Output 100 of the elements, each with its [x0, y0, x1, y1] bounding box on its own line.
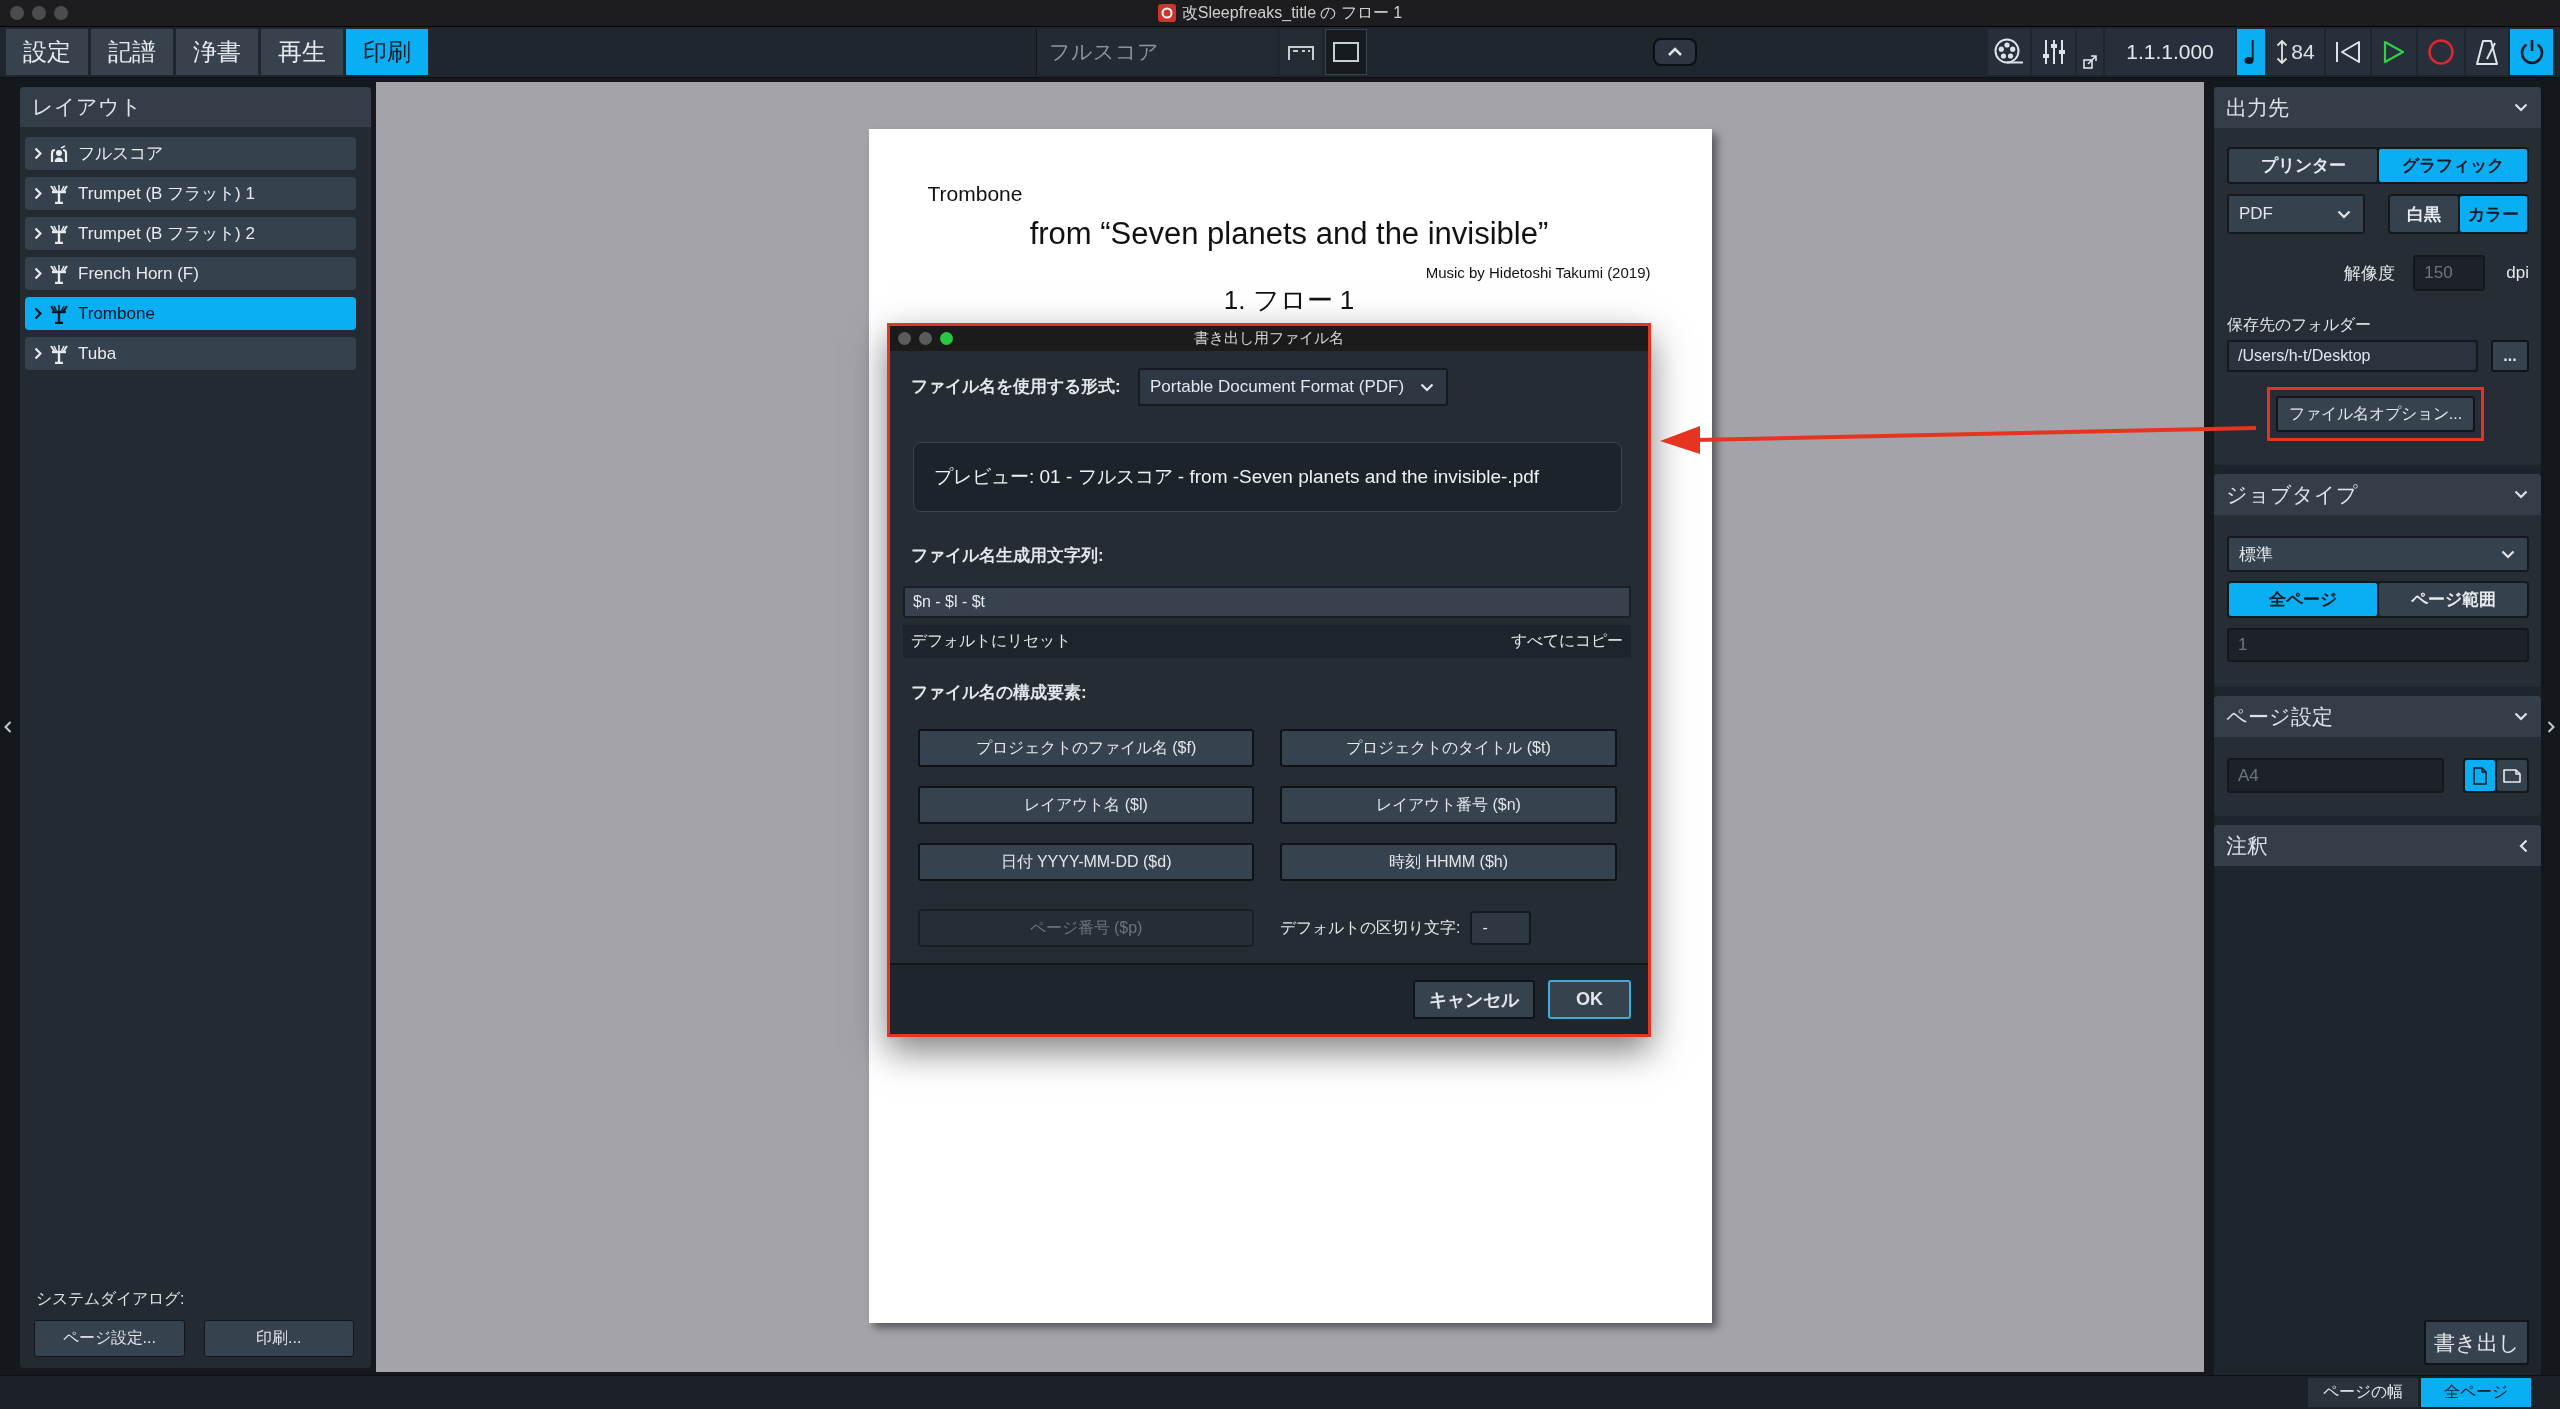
zoom-button[interactable] — [940, 332, 953, 345]
folder-path-field[interactable]: /Users/h-t/Desktop — [2227, 340, 2478, 372]
music-stand-icon — [50, 343, 68, 364]
system-dialog-button[interactable]: 印刷... — [203, 1320, 354, 1357]
cancel-button[interactable]: キャンセル — [1413, 980, 1535, 1019]
separator-label: デフォルトの区切り文字: — [1280, 917, 1461, 938]
chevron-right-icon — [34, 267, 42, 280]
segment-button[interactable]: ページ範囲 — [2379, 583, 2527, 616]
resolution-label: 解像度 — [2344, 262, 2396, 285]
app-icon — [1157, 4, 1176, 22]
orientation-button[interactable] — [2465, 760, 2495, 791]
pattern-field[interactable]: $n - $l - $t — [903, 586, 1631, 618]
page-view-icon — [1333, 42, 1359, 62]
mode-tab[interactable]: 再生 — [261, 29, 343, 75]
corner-arrow-icon — [2083, 55, 2097, 69]
token-button[interactable]: レイアウト名 ($l) — [918, 786, 1254, 824]
job-type-dropdown[interactable]: 標準 — [2227, 536, 2529, 572]
chevron-down-icon — [2337, 209, 2351, 219]
section-header[interactable]: ページ設定 — [2214, 696, 2541, 737]
segment-button[interactable]: プリンター — [2229, 149, 2377, 182]
layout-item[interactable]: Trombone — [25, 297, 356, 330]
segment-button[interactable]: 全ページ — [2229, 583, 2377, 616]
caret-up-icon — [1667, 47, 1683, 57]
window-title: 改Sleepfreaks_title の フロー 1 — [1181, 2, 1403, 23]
layout-item[interactable]: Trumpet (B フラット) 2 — [25, 217, 356, 250]
close-button[interactable] — [898, 332, 911, 345]
filename-options-button[interactable]: ファイル名オプション... — [2276, 396, 2475, 432]
strip-view-icon — [1288, 44, 1314, 60]
chevron-right-icon — [34, 307, 42, 320]
panel-title: レイアウト — [20, 87, 371, 127]
format-dropdown[interactable]: Portable Document Format (PDF) — [1138, 368, 1448, 406]
metronome-icon — [2475, 39, 2499, 65]
section-header[interactable]: 注釈 — [2214, 825, 2541, 866]
view-mode-button[interactable] — [1280, 29, 1322, 75]
note-value-button[interactable] — [2237, 29, 2265, 75]
section-header[interactable]: 出力先 — [2214, 87, 2541, 128]
composer-credit: Music by Hidetoshi Takumi (2019) — [1425, 263, 1651, 283]
video-button[interactable] — [1988, 29, 2030, 75]
chevron-right-icon — [34, 347, 42, 360]
corner-button[interactable] — [2077, 29, 2103, 75]
layout-item[interactable]: French Horn (F) — [25, 257, 356, 290]
layout-item[interactable]: Trumpet (B フラット) 1 — [25, 177, 356, 210]
layout-name-field[interactable]: フルスコア — [1036, 29, 1277, 75]
power-button[interactable] — [2510, 29, 2553, 75]
token-button[interactable]: 時刻 HHMM ($h) — [1280, 843, 1617, 881]
chevron-right-icon — [34, 147, 42, 160]
minimize-button[interactable] — [919, 332, 932, 345]
pattern-label: ファイル名生成用文字列: — [911, 546, 1104, 566]
copy-all-link[interactable]: すべてにコピー — [1511, 631, 1623, 652]
layout-item[interactable]: Tuba — [25, 337, 356, 370]
portrait-page-icon — [2473, 766, 2487, 785]
unit-label: dpi — [2506, 263, 2529, 283]
chevron-right-icon — [34, 227, 42, 240]
music-stand-icon — [50, 223, 68, 244]
conductor-icon — [50, 144, 68, 163]
chevron-right-icon — [34, 187, 42, 200]
token-button[interactable]: レイアウト番号 ($n) — [1280, 786, 1617, 824]
chevron-left-icon — [4, 720, 12, 733]
components-label: ファイル名の構成要素: — [911, 683, 1087, 703]
segment-button[interactable]: カラー — [2459, 196, 2527, 232]
system-dialog-button[interactable]: ページ設定... — [34, 1320, 185, 1357]
mode-tab[interactable]: 印刷 — [346, 29, 428, 75]
music-stand-icon — [50, 263, 68, 284]
tempo-value: 84 — [2291, 40, 2315, 64]
music-stand-icon — [50, 183, 68, 204]
zoom-option-button[interactable]: ページの幅 — [2308, 1378, 2418, 1407]
export-button[interactable]: 書き出し — [2424, 1320, 2529, 1365]
layout-item[interactable]: フルスコア — [25, 137, 356, 170]
score-title: from “Seven planets and the invisible” — [1029, 215, 1549, 253]
reset-link[interactable]: デフォルトにリセット — [911, 631, 1071, 652]
browse-button[interactable]: ... — [2491, 340, 2529, 372]
landscape-page-icon — [2503, 768, 2521, 783]
separator-field[interactable]: - — [1470, 911, 1532, 945]
system-dialog-label: システムダイアログ: — [35, 1289, 186, 1309]
file-format-dropdown[interactable]: PDF — [2227, 194, 2365, 234]
folder-label: 保存先のフォルダー — [2227, 315, 2372, 335]
rewind-button[interactable] — [2326, 29, 2370, 75]
ok-button[interactable]: OK — [1548, 980, 1631, 1019]
token-button[interactable]: プロジェクトのタイトル ($t) — [1280, 729, 1617, 767]
chevron-down-icon — [1420, 382, 1434, 392]
play-icon — [2383, 40, 2405, 64]
mixer-button[interactable] — [2032, 29, 2075, 75]
segment-button[interactable]: グラフィック — [2379, 149, 2527, 182]
chevron-down-icon — [2501, 549, 2515, 559]
view-mode-button[interactable] — [1325, 29, 1367, 75]
mode-tab[interactable]: 浄書 — [176, 29, 258, 75]
token-button[interactable]: プロジェクトのファイル名 ($f) — [918, 729, 1254, 767]
segment-button[interactable]: 白黒 — [2390, 196, 2458, 232]
section-header[interactable]: ジョブタイプ — [2214, 474, 2541, 515]
collapse-button[interactable] — [1653, 38, 1697, 66]
chevron-right-icon — [2546, 720, 2555, 733]
zoom-option-button[interactable]: 全ページ — [2421, 1378, 2531, 1407]
play-button[interactable] — [2372, 29, 2416, 75]
metronome-button[interactable] — [2466, 29, 2508, 75]
up-down-arrow-icon — [2276, 39, 2289, 65]
token-button[interactable]: 日付 YYYY-MM-DD ($d) — [918, 843, 1254, 881]
dialog-title: 書き出し用ファイル名 — [1194, 329, 1344, 348]
orientation-button[interactable] — [2497, 760, 2527, 791]
mode-tab[interactable]: 記譜 — [91, 29, 173, 75]
mode-tab[interactable]: 設定 — [6, 29, 88, 75]
